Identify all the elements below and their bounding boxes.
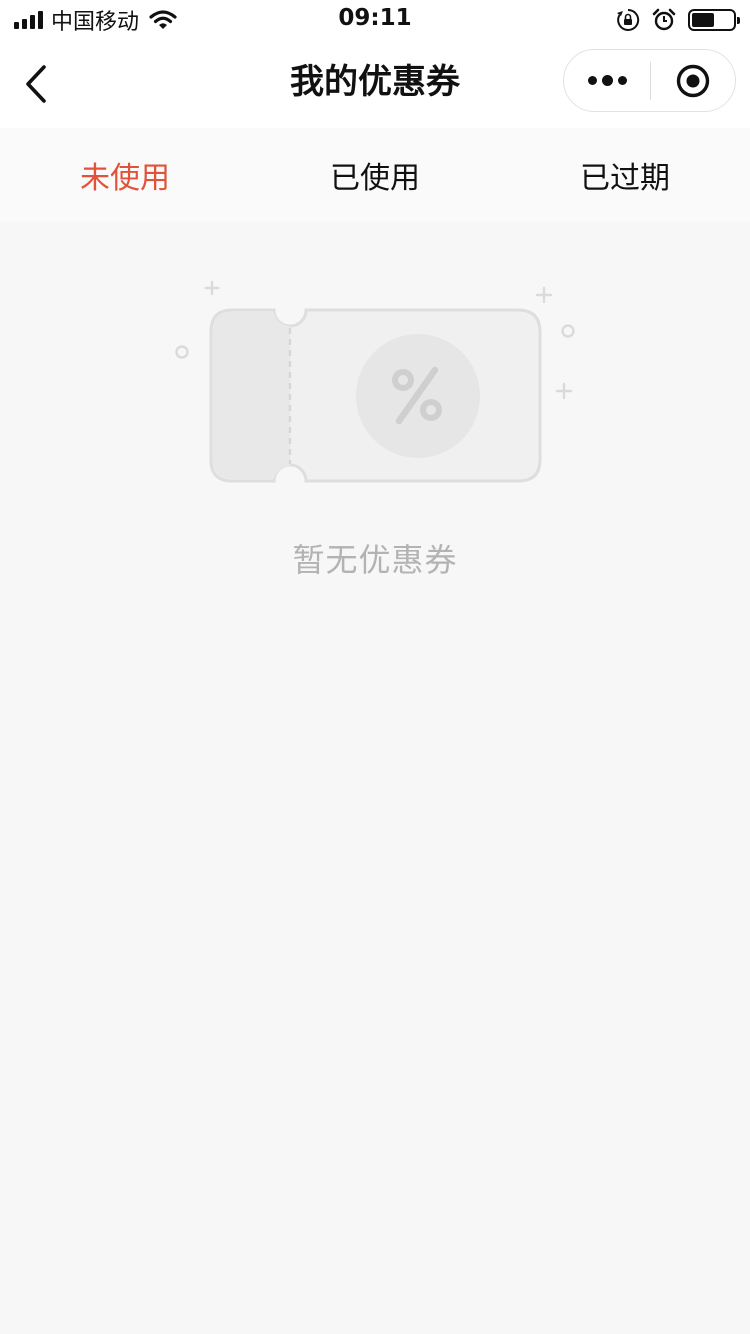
more-dot-icon xyxy=(587,76,597,85)
target-close-icon xyxy=(676,64,710,97)
more-button[interactable] xyxy=(564,50,650,111)
nav-bar: 我的优惠券 xyxy=(0,40,750,128)
empty-message: 暂无优惠券 xyxy=(292,541,458,579)
orientation-lock-icon xyxy=(617,8,640,31)
tab-used[interactable]: 已使用 xyxy=(250,128,500,222)
status-bar: 中国移动 09:11 xyxy=(0,0,750,40)
close-program-button[interactable] xyxy=(651,50,735,111)
battery-fill xyxy=(692,13,714,27)
mini-program-capsule xyxy=(563,49,736,112)
tab-unused[interactable]: 未使用 xyxy=(0,128,250,222)
more-dot-icon xyxy=(617,76,627,85)
more-dot-icon xyxy=(601,75,613,86)
alarm-icon xyxy=(652,8,676,31)
battery-icon xyxy=(688,9,740,31)
coupon-percent-icon xyxy=(175,280,575,483)
status-right xyxy=(616,6,740,34)
coupon-tabs: 未使用 已使用 已过期 xyxy=(0,128,750,222)
tab-expired[interactable]: 已过期 xyxy=(500,128,750,222)
